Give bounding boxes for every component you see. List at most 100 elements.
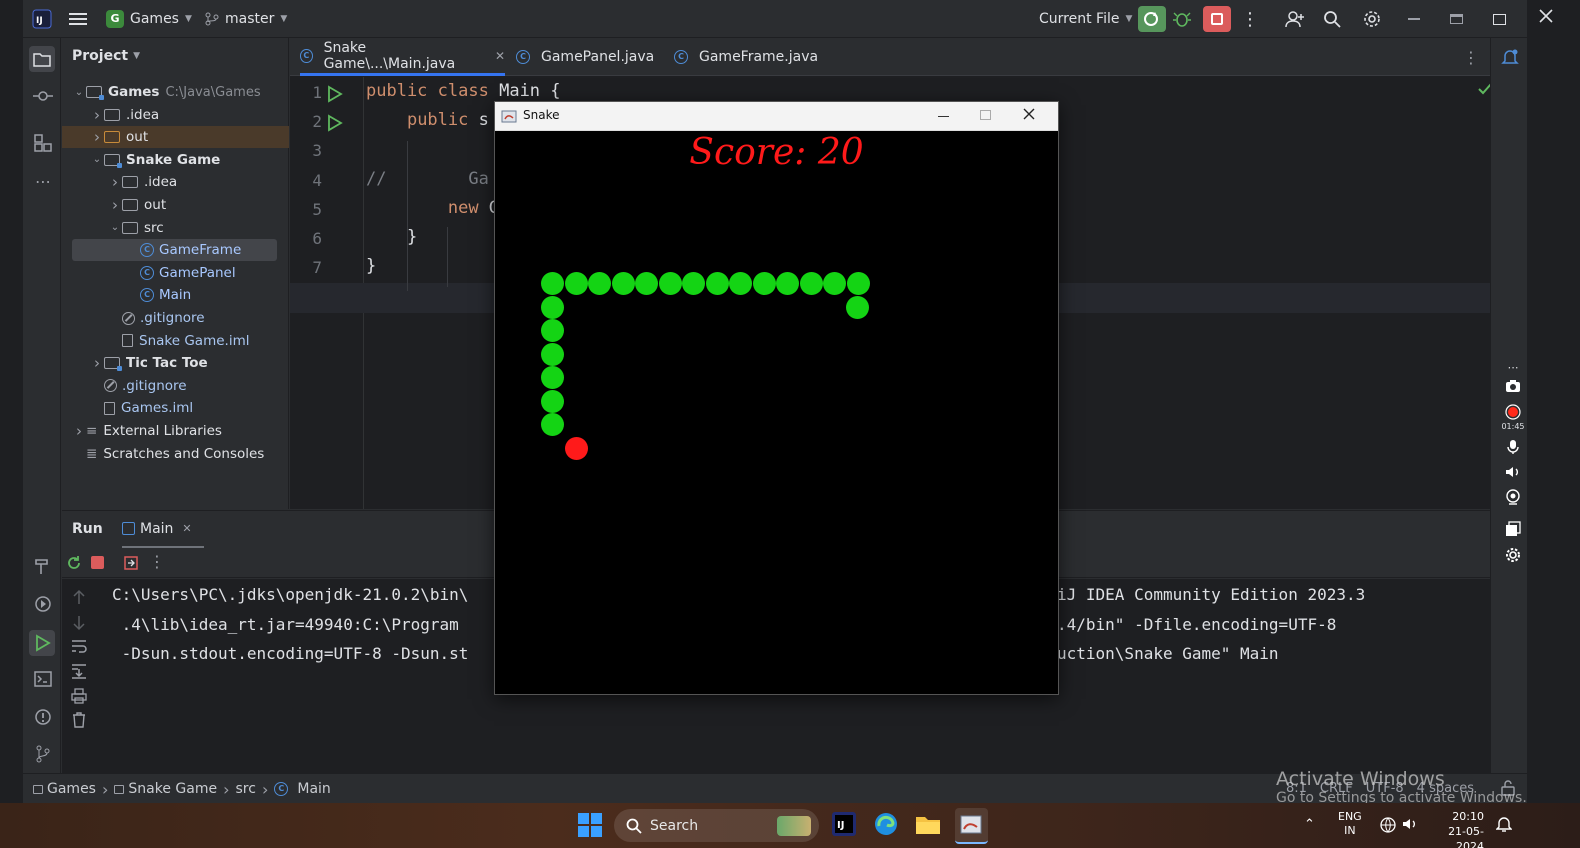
run-tab-main[interactable]: Main ✕ xyxy=(122,511,204,549)
scroll-to-end-icon[interactable] xyxy=(71,663,87,679)
snake-game-window[interactable]: Snake Score: 20 xyxy=(494,101,1059,695)
more-tools-button[interactable]: ⋯ xyxy=(32,170,54,192)
volume-icon[interactable] xyxy=(1402,817,1418,831)
tree-item[interactable]: › out xyxy=(62,194,289,216)
taskbar-file-explorer[interactable] xyxy=(915,813,941,835)
close-icon[interactable]: ✕ xyxy=(495,49,505,63)
game-board[interactable] xyxy=(495,131,1058,695)
print-icon[interactable] xyxy=(71,688,87,704)
taskbar-java-app[interactable] xyxy=(955,808,988,844)
tree-item[interactable]: C GamePanel xyxy=(62,262,289,284)
taskbar-search-box[interactable]: Search xyxy=(614,809,819,842)
camera-icon[interactable] xyxy=(1504,377,1522,395)
speaker-icon[interactable] xyxy=(1504,463,1522,481)
more-actions-button[interactable]: ⋮ xyxy=(1241,0,1259,38)
tab-gameframe-java[interactable]: C GameFrame.java xyxy=(674,38,818,76)
problems-tool-button[interactable] xyxy=(32,706,54,728)
structure-tool-button[interactable] xyxy=(32,132,54,154)
game-title-bar[interactable]: Snake xyxy=(495,102,1058,131)
breadcrumb-item[interactable]: C Main xyxy=(274,781,331,797)
taskbar-edge[interactable] xyxy=(874,812,898,836)
tree-item[interactable]: C Main xyxy=(62,284,289,306)
trash-icon[interactable] xyxy=(72,712,86,728)
tree-item[interactable]: › out xyxy=(62,126,289,149)
rerun-icon[interactable] xyxy=(66,555,82,571)
minimize-button[interactable] xyxy=(1408,0,1420,38)
tree-item[interactable]: › Tic Tac Toe xyxy=(62,352,289,374)
chevron-right-icon[interactable]: › xyxy=(90,106,104,124)
record-stop-icon[interactable] xyxy=(1504,403,1522,421)
chevron-down-icon[interactable]: ⌄ xyxy=(90,154,104,165)
window-close-button[interactable] xyxy=(1538,8,1554,24)
game-close-button[interactable] xyxy=(1022,107,1036,121)
soft-wrap-icon[interactable] xyxy=(71,639,87,653)
taskbar-clock[interactable]: 20:10 21-05-2024 xyxy=(1428,809,1484,848)
tree-item[interactable]: › .idea xyxy=(62,104,289,126)
chevron-right-icon[interactable]: › xyxy=(108,196,122,214)
network-icon[interactable] xyxy=(1380,817,1396,833)
tree-item[interactable]: Games.iml xyxy=(62,397,289,419)
debug-button[interactable] xyxy=(1173,0,1191,38)
restore-button[interactable] xyxy=(1450,0,1463,38)
scroll-down-icon[interactable] xyxy=(72,615,86,631)
game-minimize-button[interactable] xyxy=(938,108,949,118)
maximize-button[interactable] xyxy=(1493,0,1506,38)
pages-icon[interactable] xyxy=(1504,520,1522,538)
chevron-down-icon[interactable]: ⌄ xyxy=(72,87,86,98)
stop-icon[interactable] xyxy=(91,556,104,569)
branch-switcher[interactable]: master ▼ xyxy=(205,0,287,38)
tree-item[interactable]: Snake Game.iml xyxy=(62,330,289,352)
restore-layout-icon[interactable] xyxy=(123,555,139,571)
tree-item[interactable]: ≣ Scratches and Consoles xyxy=(62,443,289,465)
close-icon[interactable]: ✕ xyxy=(182,522,191,535)
services-tool-button[interactable] xyxy=(32,593,54,615)
recorder-more-icon[interactable]: ⋯ xyxy=(1504,358,1522,376)
build-tool-button[interactable] xyxy=(32,555,54,577)
tree-item[interactable]: .gitignore xyxy=(62,375,289,397)
scroll-up-icon[interactable] xyxy=(72,589,86,605)
project-tool-button[interactable] xyxy=(29,46,55,72)
language-indicator[interactable]: ENG IN xyxy=(1338,810,1362,838)
run-config-selector[interactable]: Current File ▼ xyxy=(1039,0,1132,38)
notification-center-button[interactable] xyxy=(1496,815,1512,833)
chevron-right-icon[interactable]: › xyxy=(90,128,104,146)
terminal-tool-button[interactable] xyxy=(32,668,54,690)
tree-item[interactable]: › .idea xyxy=(62,171,289,193)
tree-item[interactable]: .gitignore xyxy=(62,307,289,329)
settings-button[interactable] xyxy=(1362,0,1382,38)
project-switcher[interactable]: G Games ▼ xyxy=(106,0,192,38)
stop-button[interactable] xyxy=(1203,0,1231,38)
project-panel-title[interactable]: Project ▼ xyxy=(72,48,140,64)
chevron-down-icon[interactable]: ⌄ xyxy=(108,222,122,233)
chevron-right-icon[interactable]: › xyxy=(108,173,122,191)
notifications-button[interactable] xyxy=(1501,48,1519,66)
tree-item[interactable]: › ≡ External Libraries xyxy=(62,420,289,442)
game-maximize-button[interactable] xyxy=(980,110,991,120)
tab-gamepanel-java[interactable]: C GamePanel.java xyxy=(516,38,654,76)
breadcrumb-item[interactable]: src xyxy=(236,781,256,797)
webcam-icon[interactable] xyxy=(1504,488,1522,506)
chevron-right-icon[interactable]: › xyxy=(72,422,86,440)
rerun-button[interactable] xyxy=(1138,0,1166,38)
commit-tool-button[interactable] xyxy=(32,85,54,107)
code-with-me-button[interactable] xyxy=(1285,0,1305,38)
breadcrumb-item[interactable]: Games xyxy=(33,781,96,797)
vertical-dots-icon[interactable]: ⋮ xyxy=(149,552,165,571)
show-hidden-icons[interactable]: ⌃ xyxy=(1304,817,1315,832)
tabs-more-button[interactable]: ⋮ xyxy=(1463,48,1479,67)
tree-item[interactable]: ⌄ Snake Game xyxy=(62,149,289,171)
search-everywhere-button[interactable] xyxy=(1323,0,1341,38)
tree-item[interactable]: ⌄ Games C:\Java\Games xyxy=(62,81,289,103)
git-tool-button[interactable] xyxy=(32,743,54,765)
intellij-logo[interactable]: IJ xyxy=(32,0,52,38)
start-button[interactable] xyxy=(578,813,602,837)
breadcrumb-item[interactable]: Snake Game xyxy=(114,781,217,797)
microphone-icon[interactable] xyxy=(1504,438,1522,456)
tab-main-java[interactable]: C Snake Game\...\Main.java ✕ xyxy=(300,38,505,76)
tree-item[interactable]: C GameFrame xyxy=(72,239,277,262)
recorder-settings-icon[interactable] xyxy=(1504,546,1522,564)
run-tool-button[interactable] xyxy=(29,630,55,656)
tree-item[interactable]: ⌄ src xyxy=(62,217,289,239)
chevron-right-icon[interactable]: › xyxy=(90,354,104,372)
main-menu-button[interactable] xyxy=(69,0,87,38)
